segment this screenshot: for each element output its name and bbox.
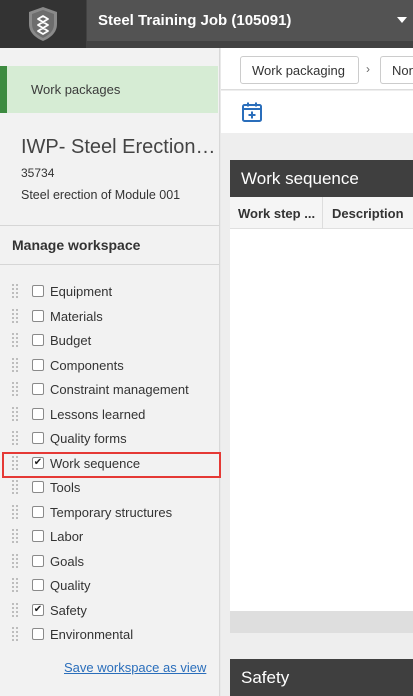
- drag-handle-icon[interactable]: [12, 308, 20, 323]
- divider: [0, 225, 219, 226]
- workspace-item-label: Components: [50, 357, 124, 373]
- app-logo-icon: [29, 7, 57, 41]
- workspace-item[interactable]: Constraint management: [0, 378, 219, 403]
- workspace-item[interactable]: Quality forms: [0, 427, 219, 452]
- safety-title: Safety: [230, 659, 413, 696]
- chevron-right-icon: ›: [366, 62, 370, 76]
- drag-handle-icon[interactable]: [12, 382, 20, 396]
- drag-handle-icon[interactable]: [12, 431, 20, 445]
- app-logo[interactable]: [0, 0, 86, 48]
- workspace-item-label: Equipment: [50, 284, 113, 299]
- job-select[interactable]: Steel Training Job (105091): [87, 0, 413, 41]
- checkbox[interactable]: [32, 481, 44, 493]
- top-bar: Steel Training Job (105091): [0, 0, 413, 48]
- drag-handle-icon[interactable]: [12, 578, 20, 592]
- drag-handle-icon[interactable]: [12, 357, 20, 372]
- calendar-add-icon[interactable]: [241, 101, 263, 123]
- drag-handle-icon[interactable]: [12, 529, 20, 543]
- checkbox[interactable]: [32, 530, 44, 542]
- drag-handle-icon[interactable]: [12, 627, 20, 641]
- breadcrumb-work-packaging[interactable]: Work packaging: [240, 56, 359, 84]
- column-header-description[interactable]: Description: [332, 206, 404, 221]
- workspace-item-label: Constraint management: [50, 382, 189, 397]
- work-sequence-grid-header: Work step ... Description: [230, 197, 413, 229]
- workspace-item[interactable]: Tools: [0, 476, 219, 501]
- workspace-item[interactable]: Labor: [0, 525, 219, 550]
- divider: [0, 264, 219, 265]
- iwp-title: IWP- Steel Erection ...: [21, 136, 217, 158]
- workspace-item-label: Materials: [50, 308, 103, 324]
- workspace-item[interactable]: Components: [0, 354, 219, 379]
- workspace-item[interactable]: Goals: [0, 550, 219, 575]
- workspace-item[interactable]: Environmental: [0, 623, 219, 648]
- workspace-item-label: Labor: [50, 529, 84, 544]
- safety-card: Safety: [230, 659, 413, 696]
- left-panel: Work packages IWP- Steel Erection ... 35…: [0, 48, 221, 696]
- drag-handle-icon[interactable]: [12, 553, 20, 568]
- workspace-item[interactable]: Materials: [0, 305, 219, 330]
- main-area: Work packaging › Non Work sequence Work …: [221, 48, 413, 696]
- checkbox[interactable]: [32, 383, 44, 395]
- breadcrumb-next[interactable]: Non: [380, 56, 413, 84]
- workspace-item[interactable]: ✔ Safety: [0, 599, 219, 624]
- checkbox[interactable]: ✔: [32, 603, 44, 616]
- tab-work-packages[interactable]: Work packages: [0, 66, 218, 113]
- workspace-item-label: Quality: [50, 578, 91, 593]
- workspace-item[interactable]: Budget: [0, 329, 219, 354]
- save-workspace-link[interactable]: Save workspace as view: [64, 660, 206, 675]
- checkbox[interactable]: [32, 407, 44, 420]
- workspace-item-label: Environmental: [50, 627, 134, 642]
- workspace-item[interactable]: ✔ Work sequence: [0, 451, 221, 478]
- drag-handle-icon[interactable]: [12, 504, 20, 519]
- checkbox[interactable]: [32, 505, 44, 518]
- work-sequence-grid-body: [230, 229, 413, 611]
- checkbox[interactable]: [32, 628, 44, 640]
- chevron-down-icon: [397, 17, 407, 23]
- checkbox[interactable]: [32, 334, 44, 346]
- checkbox[interactable]: [32, 579, 44, 591]
- workspace-list: Equipment Materials Budget Components Constr…: [0, 280, 221, 648]
- workspace-item[interactable]: Lessons learned: [0, 403, 219, 428]
- toolbar: [221, 91, 413, 133]
- breadcrumb: Work packaging › Non: [221, 48, 413, 90]
- workspace-item[interactable]: Quality: [0, 574, 219, 599]
- checkbox[interactable]: [32, 432, 44, 444]
- drag-handle-icon[interactable]: [12, 333, 20, 347]
- tab-work-packages-label: Work packages: [31, 82, 121, 97]
- drag-handle-icon[interactable]: [12, 284, 20, 298]
- checkbox[interactable]: [32, 554, 44, 567]
- manage-workspace-title: Manage workspace: [12, 237, 141, 253]
- workspace-item-label: Quality forms: [50, 431, 127, 446]
- work-sequence-card: Work sequence Work step ... Description: [230, 160, 413, 633]
- drag-handle-icon[interactable]: [12, 406, 20, 421]
- iwp-description: Steel erection of Module 001: [21, 188, 181, 202]
- workspace-item-label: Tools: [50, 480, 81, 495]
- workspace-item[interactable]: Temporary structures: [0, 501, 219, 526]
- workspace-item-label: Goals: [50, 553, 84, 569]
- iwp-id: 35734: [21, 166, 55, 180]
- workspace-item-label: Temporary structures: [50, 504, 173, 520]
- highlight-box: [2, 451, 221, 478]
- workspace-item-label: Lessons learned: [50, 406, 146, 422]
- workspace-item[interactable]: Equipment: [0, 280, 219, 305]
- workspace-item-label: Safety: [50, 602, 87, 618]
- column-header-work-step[interactable]: Work step ...: [238, 206, 315, 221]
- column-divider[interactable]: [322, 197, 323, 229]
- checkbox[interactable]: [32, 358, 44, 371]
- horizontal-scrollbar[interactable]: [230, 611, 413, 633]
- checkbox[interactable]: [32, 309, 44, 322]
- job-select-label: Steel Training Job (105091): [98, 12, 292, 29]
- checkbox[interactable]: [32, 285, 44, 297]
- work-sequence-title: Work sequence: [230, 160, 413, 197]
- drag-handle-icon[interactable]: [12, 480, 20, 494]
- drag-handle-icon[interactable]: [12, 602, 20, 617]
- workspace-item-label: Budget: [50, 333, 92, 348]
